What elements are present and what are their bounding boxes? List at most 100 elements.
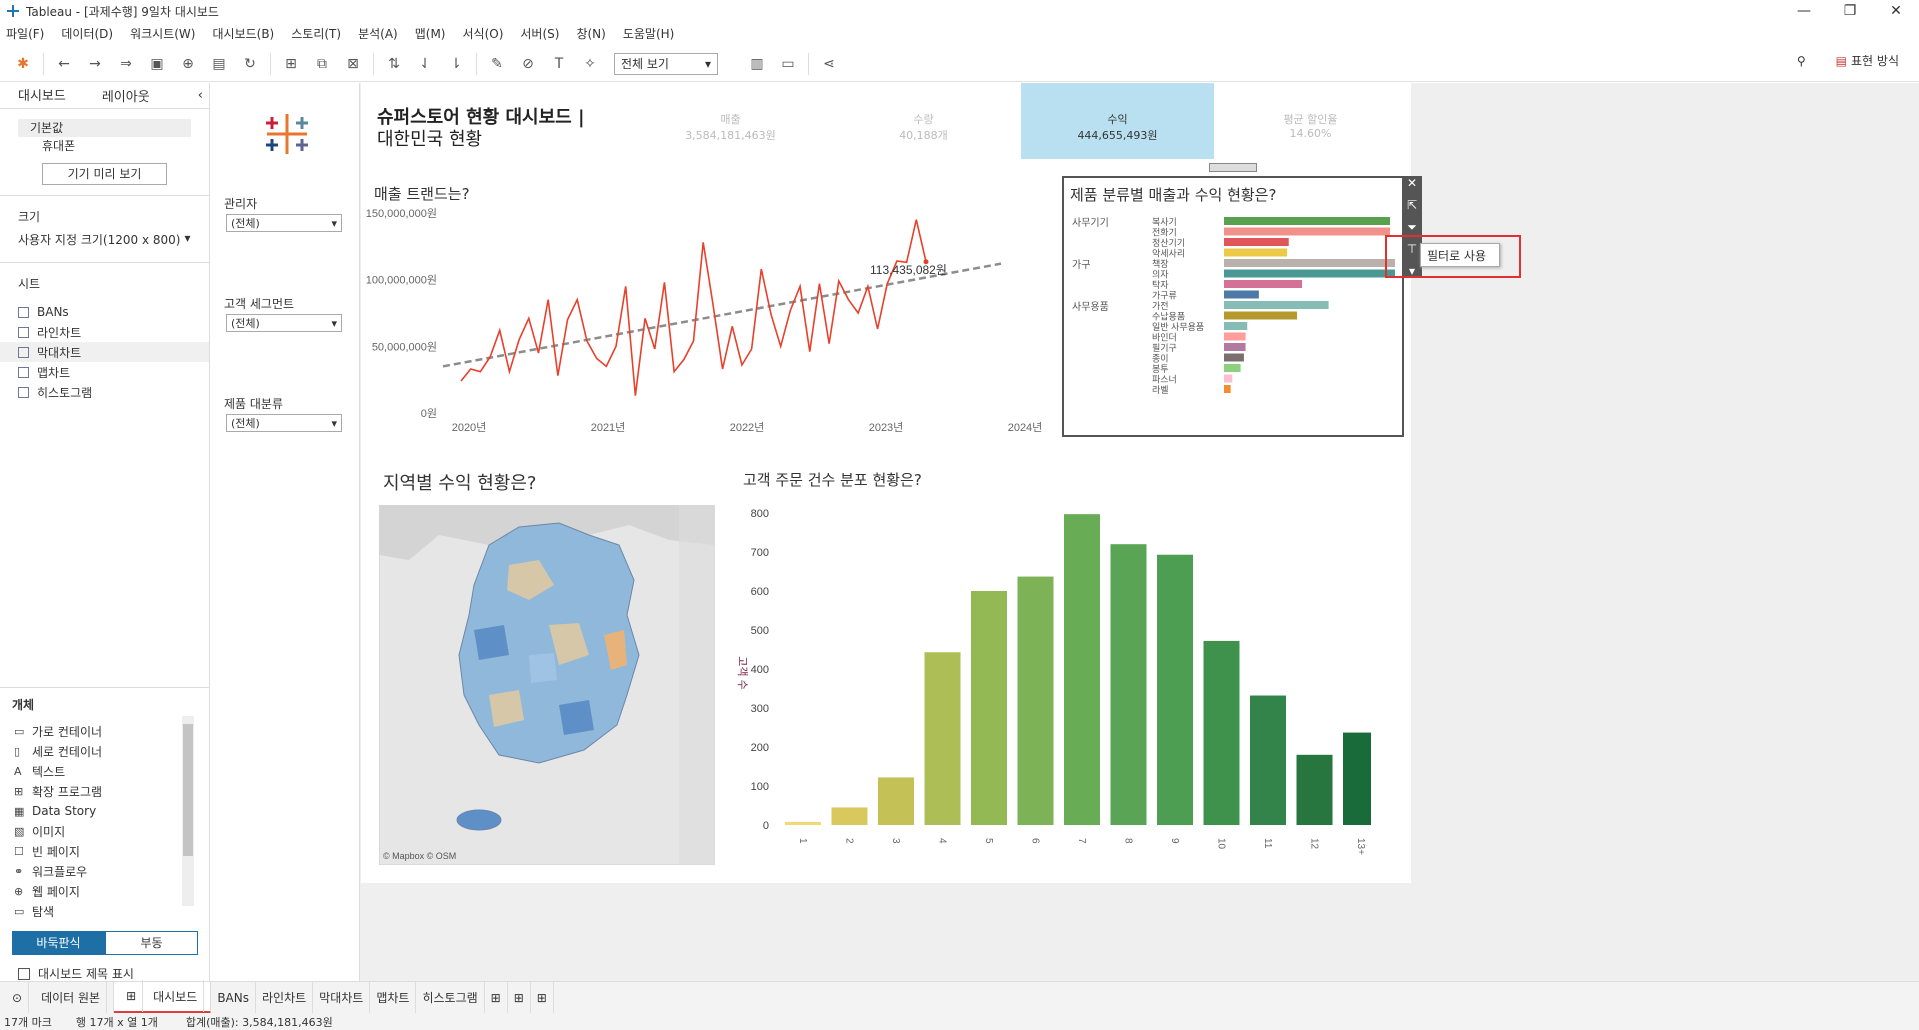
y-tick-label: 100: [751, 781, 769, 793]
object-horizontal[interactable]: ▭ 가로 컨테이너: [0, 721, 209, 741]
replay-icon[interactable]: ⇒: [115, 53, 137, 75]
tab-datasource[interactable]: ⊙ 데이터 원본: [0, 981, 115, 1014]
collapse-icon[interactable]: ‹: [180, 88, 209, 103]
line-chart[interactable]: 150,000,000원 100,000,000원 50,000,000원 0원 202…: [361, 203, 1071, 433]
sheet-item-histogram[interactable]: 히스토그램: [0, 382, 209, 402]
filter-value: (전체): [231, 317, 260, 330]
undo-icon[interactable]: ←: [53, 53, 75, 75]
object-workflow[interactable]: ⚭ 워크플로우: [0, 861, 209, 881]
filter-select-category[interactable]: (전체) ▾: [226, 414, 342, 432]
ban-sales[interactable]: 매출 3,584,181,463원: [634, 83, 827, 159]
text-icon: A: [14, 764, 22, 778]
object-datastory[interactable]: ▦ Data Story: [0, 801, 209, 821]
object-vertical[interactable]: ▯ 세로 컨테이너: [0, 741, 209, 761]
category-bar-chart[interactable]: 사무기기 복사기전화기정산기기악세사리가구 책장의자탁자가구류사무용품 가전수납용품일…: [1068, 214, 1398, 434]
histogram-bar: [1017, 576, 1054, 825]
restore-icon[interactable]: ❐: [1827, 0, 1873, 22]
sheet-item-bans[interactable]: BANs: [0, 302, 209, 322]
show-title-checkbox[interactable]: [18, 967, 30, 980]
minimize-icon[interactable]: —: [1781, 0, 1827, 22]
menu-format[interactable]: 서식(O): [463, 25, 504, 42]
show-cards-icon[interactable]: ▥: [746, 53, 768, 75]
tab-bans[interactable]: BANs: [211, 981, 256, 1014]
menu-dashboard[interactable]: 대시보드(B): [212, 25, 274, 42]
object-extension[interactable]: ⊞ 확장 프로그램: [0, 781, 209, 801]
sheet-item-bar[interactable]: 막대차트: [0, 342, 209, 362]
filter-select-segment[interactable]: (전체) ▾: [226, 314, 342, 332]
korea-profit-map[interactable]: © Mapbox © OSM: [379, 505, 715, 865]
new-worksheet-icon[interactable]: ⊞: [485, 981, 508, 1014]
duplicate-icon[interactable]: ⧉: [311, 53, 333, 75]
menu-help[interactable]: 도움말(H): [623, 25, 675, 42]
menu-server[interactable]: 서버(S): [520, 25, 559, 42]
pause-updates-icon[interactable]: ▤: [208, 53, 230, 75]
open-external-icon[interactable]: ⇱: [1402, 198, 1422, 220]
presentation-icon[interactable]: ▭: [777, 53, 799, 75]
show-me-icon: ▤: [1835, 53, 1848, 68]
sort-asc-icon[interactable]: ⇃: [414, 53, 436, 75]
pin-icon[interactable]: ✧: [579, 53, 601, 75]
menu-map[interactable]: 맵(M): [415, 25, 446, 42]
object-webpage[interactable]: ⊕ 웹 페이지: [0, 881, 209, 901]
view-size-value: 전체 보기: [621, 57, 669, 71]
device-phone[interactable]: 휴대폰: [42, 137, 209, 155]
close-icon[interactable]: ✕: [1873, 0, 1919, 22]
sheet-item-map[interactable]: 맵차트: [0, 362, 209, 382]
size-select[interactable]: 사용자 지정 크기(1200 x 800) ▾: [0, 231, 209, 248]
object-image[interactable]: ▧ 이미지: [0, 821, 209, 841]
menu-worksheet[interactable]: 워크시트(W): [130, 25, 195, 42]
ban-profit[interactable]: 수익 444,655,493원: [1021, 83, 1214, 159]
objects-scrollbar[interactable]: [182, 716, 194, 906]
share-icon[interactable]: ⋖: [818, 53, 840, 75]
group-icon[interactable]: ⊘: [517, 53, 539, 75]
new-story-icon[interactable]: ⊞: [531, 981, 554, 1014]
tab-dashboard-sheet[interactable]: ⊞ 대시보드: [114, 980, 212, 1014]
new-dashboard-icon[interactable]: ⊞: [508, 981, 531, 1014]
menu-window[interactable]: 창(N): [576, 25, 605, 42]
tab-dashboard[interactable]: 대시보드: [0, 85, 84, 106]
device-default[interactable]: 기본값: [18, 119, 191, 137]
object-navigation[interactable]: ▭ 탐색: [0, 901, 209, 921]
tab-line[interactable]: 라인차트: [256, 981, 314, 1014]
subcategory-label: 복사기: [1152, 217, 1177, 227]
menu-analysis[interactable]: 분석(A): [358, 25, 398, 42]
sort-desc-icon[interactable]: ⇂: [445, 53, 467, 75]
new-datasource-icon[interactable]: ⊕: [177, 53, 199, 75]
object-text[interactable]: A 텍스트: [0, 761, 209, 781]
menu-data[interactable]: 데이터(D): [61, 25, 113, 42]
sheet-label: 히스토그램: [37, 385, 93, 400]
new-sheet-icon[interactable]: ⊞: [280, 53, 302, 75]
redo-icon[interactable]: →: [84, 53, 106, 75]
save-icon[interactable]: ▣: [146, 53, 168, 75]
tooltip-panel: 제품 분류별 매출과 수익 현황은? 사무기기 복사기 전화기 정산기기 악세사리 가구 책…: [1062, 176, 1404, 437]
ban-discount[interactable]: 평균 할인율 14.60%: [1214, 83, 1407, 159]
tab-histogram[interactable]: 히스토그램: [416, 981, 485, 1014]
tableau-home-icon[interactable]: ✱: [12, 53, 34, 75]
show-me[interactable]: ⚲ ▤ 표현 방식: [1797, 52, 1899, 69]
filter-column: 관리자 (전체) ▾ 고객 세그먼트 (전체) ▾ 제품 대분류 (전체) ▾: [210, 83, 360, 981]
view-size-select[interactable]: 전체 보기 ▾: [614, 52, 718, 75]
map-credit: © Mapbox © OSM: [383, 851, 456, 861]
histogram-chart[interactable]: 8007006005004003002001000고객 수1 2 3 4 5 6 7 8 9 10…: [731, 503, 1371, 873]
clear-sheet-icon[interactable]: ⊠: [342, 53, 364, 75]
resize-handle[interactable]: [1209, 163, 1257, 172]
tab-bar[interactable]: 막대차트: [313, 981, 371, 1014]
sheet-item-line[interactable]: 라인차트: [0, 322, 209, 342]
refresh-icon[interactable]: ↻: [239, 53, 261, 75]
object-blank[interactable]: ☐ 빈 페이지: [0, 841, 209, 861]
tab-map[interactable]: 맵차트: [370, 981, 417, 1014]
device-preview-button[interactable]: 기기 미리 보기: [42, 163, 167, 185]
floating-button[interactable]: 부동: [105, 931, 198, 955]
tiled-button[interactable]: 바둑판식: [12, 931, 105, 955]
filter-select-manager[interactable]: (전체) ▾: [226, 214, 342, 232]
menu-story[interactable]: 스토리(T): [291, 25, 341, 42]
close-icon[interactable]: ✕: [1402, 176, 1422, 198]
tab-layout[interactable]: 레이아웃: [84, 86, 168, 105]
highlight-icon[interactable]: ✎: [486, 53, 508, 75]
labels-icon[interactable]: T: [548, 53, 570, 75]
x-tick-label: 12: [1309, 838, 1320, 850]
ban-quantity[interactable]: 수량 40,188개: [827, 83, 1020, 159]
format-brush-icon[interactable]: ⚲: [1797, 54, 1806, 68]
menu-file[interactable]: 파일(F): [6, 25, 44, 42]
swap-icon[interactable]: ⇅: [383, 53, 405, 75]
